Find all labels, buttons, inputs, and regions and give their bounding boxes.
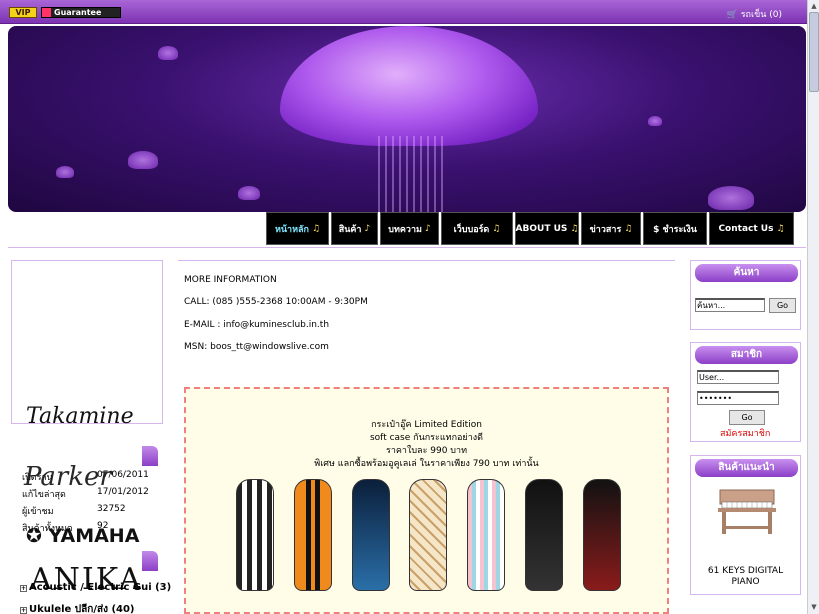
nav-news[interactable]: ข่าวสาร ♫ xyxy=(581,212,641,245)
expand-icon[interactable]: + xyxy=(20,607,27,614)
nav-about-us[interactable]: ABOUT US ♫ xyxy=(515,212,579,245)
music-note-icon: ♫ xyxy=(624,223,633,234)
takamine-logo[interactable]: Takamine xyxy=(26,404,134,429)
promo-box: กระเป๋าอู๊ค Limited Edition soft case กั… xyxy=(184,387,669,614)
product-name-line2[interactable]: PIANO xyxy=(691,577,800,587)
nav-contact-label: Contact Us xyxy=(718,223,774,234)
yamaha-wordmark: YAMAHA xyxy=(48,525,140,547)
guarantee-badge[interactable]: Guarantee xyxy=(41,7,121,18)
member-header: สมาชิก xyxy=(695,346,798,364)
bag-liverpool xyxy=(351,479,390,591)
stat-value: 32752 xyxy=(97,504,126,514)
top-bar: VIP Guarantee 🛒 รถเข็น (0) xyxy=(0,0,808,24)
nav-articles[interactable]: บทความ ♪ xyxy=(380,212,439,245)
search-go-button[interactable]: Go xyxy=(769,298,796,313)
contact-phone: CALL: (085 )555-2368 10:00AM - 9:30PM xyxy=(184,297,368,307)
contact-email[interactable]: E-MAIL : info@kuminesclub.in.th xyxy=(184,320,329,330)
music-note-icon: ♪ xyxy=(364,223,371,234)
featured-header: สินค้าแนะนำ xyxy=(695,459,798,477)
left-empty-box xyxy=(11,260,163,424)
expand-icon[interactable]: + xyxy=(20,585,27,592)
username-input[interactable]: User... xyxy=(697,370,779,384)
promo-line: กระเป๋าอู๊ค Limited Edition xyxy=(371,420,482,430)
small-jellyfish xyxy=(56,166,74,178)
bag-black xyxy=(525,479,564,591)
bag-orange xyxy=(293,479,332,591)
nav-webboard[interactable]: เว็บบอร์ด ♫ xyxy=(441,212,513,245)
bag-checkered xyxy=(236,479,274,591)
parker-logo[interactable]: Parker xyxy=(24,462,112,492)
left-box-header xyxy=(142,551,158,571)
music-note-icon: ♫ xyxy=(776,223,785,234)
stat-row: ผู้เข้าชม 32752 xyxy=(22,504,157,521)
scroll-thumb[interactable] xyxy=(809,12,819,92)
product-name-line1[interactable]: 61 KEYS DIGITAL xyxy=(691,566,800,576)
music-note-icon: ♫ xyxy=(311,223,321,234)
cart-label: รถเข็น (0) xyxy=(740,10,782,20)
register-link[interactable]: สมัครสมาชิก xyxy=(720,426,770,440)
category-label: Ukulele ปลีก/ส่ง (40) xyxy=(29,604,135,614)
category-item[interactable]: + Ukulele ปลีก/ส่ง (40) xyxy=(20,602,135,614)
vip-badge[interactable]: VIP xyxy=(9,7,37,18)
left-box-header xyxy=(142,446,158,466)
category-label: Acoustic / Electric Gui (3) xyxy=(29,582,172,593)
ukulele-bags-image[interactable] xyxy=(236,479,621,594)
promo-line: ราคาใบละ 990 บาท xyxy=(385,446,468,456)
scroll-down-icon[interactable]: ▼ xyxy=(809,602,819,612)
nav-products-label: สินค้า xyxy=(338,224,362,235)
member-box: สมาชิก User... ••••••• Go สมัครสมาชิก xyxy=(690,342,801,442)
page: VIP Guarantee 🛒 รถเข็น (0) หน้าหลัก ♫ สิน… xyxy=(0,0,819,614)
vertical-scrollbar[interactable]: ▲ ▼ xyxy=(807,0,819,614)
search-input[interactable]: ค้นหา... xyxy=(695,298,765,312)
jellyfish-image xyxy=(280,26,538,146)
bag-beige xyxy=(409,479,448,591)
center-divider xyxy=(178,260,675,261)
guarantee-label: Guarantee xyxy=(54,8,102,17)
search-header: ค้นหา xyxy=(695,264,798,282)
nav-payment-label: $ ชำระเงิน xyxy=(653,224,697,235)
banner-image xyxy=(8,26,806,212)
music-note-icon: ♫ xyxy=(492,223,501,234)
music-note-icon: ♪ xyxy=(424,223,431,234)
promo-line: พิเศษ แลกซื้อพร้อมอูคูเลเล่ ในราคาเพียง … xyxy=(314,459,539,469)
nav-contact-us[interactable]: Contact Us ♫ xyxy=(709,212,794,245)
promo-line: soft case กันกระแทกอย่างดี xyxy=(369,433,484,443)
divider xyxy=(8,247,806,248)
bag-one-piece xyxy=(582,479,621,591)
music-note-icon: ♫ xyxy=(570,223,579,234)
search-box: ค้นหา ค้นหา... Go xyxy=(690,260,801,330)
nav-webboard-label: เว็บบอร์ด xyxy=(453,224,490,235)
main-navigation: หน้าหลัก ♫ สินค้า ♪ บทความ ♪ เว็บบอร์ด ♫ ABO… xyxy=(266,212,794,245)
small-jellyfish xyxy=(648,116,662,126)
contact-msn: MSN: boos_tt@windowslive.com xyxy=(184,342,329,352)
piano-image[interactable] xyxy=(712,486,782,536)
info-title: MORE INFORMATION xyxy=(184,275,277,285)
jellyfish-tentacles xyxy=(378,136,448,212)
nav-articles-label: บทความ xyxy=(388,224,422,235)
small-jellyfish xyxy=(708,186,754,210)
nav-home-label: หน้าหลัก xyxy=(274,224,309,235)
small-jellyfish xyxy=(128,151,158,169)
featured-box: สินค้าแนะนำ 61 KEYS DIGITAL PIANO xyxy=(690,455,801,595)
yamaha-logo[interactable]: ✪ YAMAHA xyxy=(26,525,139,547)
yamaha-emblem-icon: ✪ xyxy=(26,525,42,547)
nav-news-label: ข่าวสาร xyxy=(589,224,622,235)
category-item[interactable]: + Acoustic / Electric Gui (3) xyxy=(20,582,171,593)
small-jellyfish xyxy=(158,46,178,60)
login-go-button[interactable]: Go xyxy=(729,410,765,425)
cart-icon: 🛒 xyxy=(726,10,738,20)
nav-home[interactable]: หน้าหลัก ♫ xyxy=(266,212,329,245)
nav-payment[interactable]: $ ชำระเงิน xyxy=(643,212,707,245)
scroll-up-icon[interactable]: ▲ xyxy=(809,1,819,11)
nav-about-label: ABOUT US xyxy=(515,223,568,234)
small-jellyfish xyxy=(238,186,260,200)
guarantee-icon xyxy=(42,8,51,17)
nav-products[interactable]: สินค้า ♪ xyxy=(331,212,378,245)
password-input[interactable]: ••••••• xyxy=(697,391,779,405)
stat-label: ผู้เข้าชม xyxy=(22,507,54,517)
bag-hello-kitty xyxy=(467,479,506,591)
cart-link[interactable]: 🛒 รถเข็น (0) xyxy=(727,7,782,21)
